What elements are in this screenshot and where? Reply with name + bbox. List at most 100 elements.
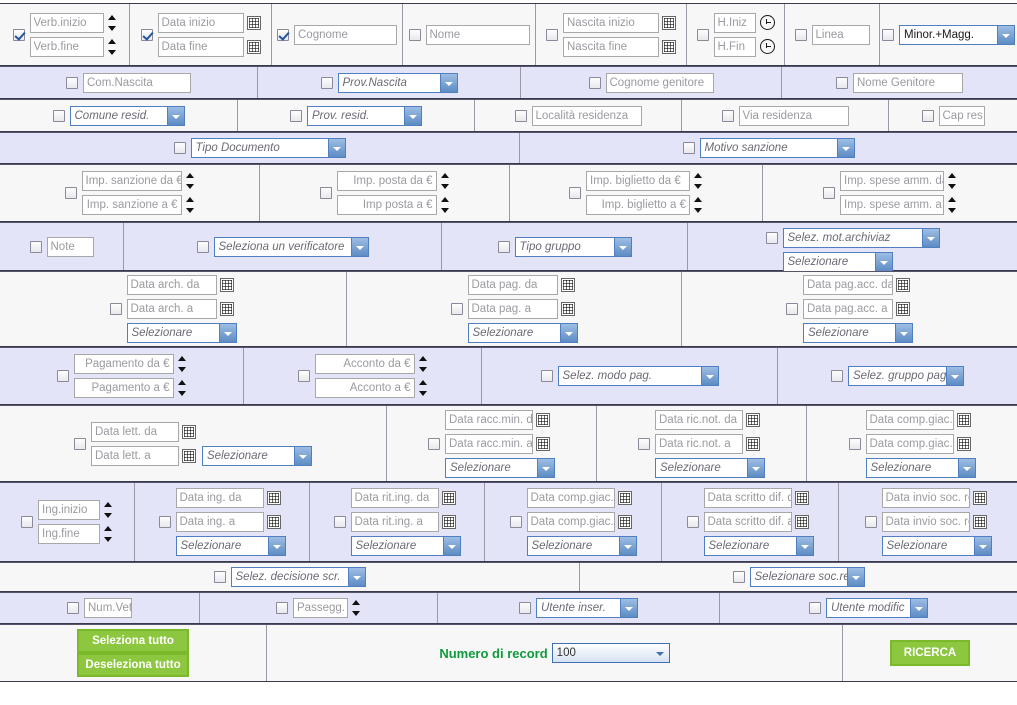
input-imp-sanzione-da[interactable]: Imp. sanzione da €: [81, 171, 182, 191]
input-num-vettura[interactable]: Num.Vett: [84, 598, 132, 618]
input-ing-inizio[interactable]: Ing.inizio: [38, 500, 100, 520]
input-data-scritto-dif-a[interactable]: Data scritto dif. a: [703, 512, 792, 532]
input-ing-fine[interactable]: Ing.fine: [38, 524, 100, 544]
select-data-racc-min[interactable]: Selezionare: [445, 457, 555, 478]
checkbox-nome-genitore[interactable]: [836, 76, 848, 89]
input-nascita-fine[interactable]: Nascita fine: [563, 36, 659, 57]
checkbox-utente-modifica[interactable]: [809, 602, 821, 614]
select-tipo-documento[interactable]: Tipo Documento: [190, 138, 346, 158]
calendar-icon[interactable]: [182, 424, 196, 439]
input-data-pag-a[interactable]: Data pag. a: [467, 299, 558, 319]
checkbox-comune-resid[interactable]: [52, 109, 65, 122]
input-data-lett-da[interactable]: Data lett. da: [91, 421, 179, 442]
input-via-residenza[interactable]: Via residenza: [738, 105, 849, 126]
input-pagamento-a[interactable]: Pagamento a €: [73, 378, 174, 398]
checkbox-data-pag-acc[interactable]: [786, 303, 798, 315]
calendar-icon[interactable]: [560, 302, 575, 316]
input-passeggeri[interactable]: Passegg.: [293, 598, 348, 618]
checkbox-passeggeri[interactable]: [276, 602, 288, 614]
calendar-icon[interactable]: [794, 491, 809, 505]
checkbox-imp-spese-amm[interactable]: [823, 187, 835, 199]
checkbox-data-scritto-dif[interactable]: [686, 516, 699, 528]
spinner-imp-sanzione-a[interactable]: [185, 195, 195, 215]
select-data-comp-giac-ing[interactable]: Selezionare: [526, 536, 637, 556]
checkbox-nome[interactable]: [408, 28, 421, 41]
input-linea[interactable]: Linea: [811, 24, 870, 45]
calendar-icon[interactable]: [662, 39, 676, 54]
select-data-pag-acc[interactable]: Selezionare: [803, 323, 913, 343]
calendar-icon[interactable]: [746, 412, 760, 427]
input-data-scritto-dif-da[interactable]: Data scritto dif. d: [703, 488, 792, 508]
input-data-rit-ing-a[interactable]: Data rit.ing. a: [350, 512, 439, 532]
input-data-lett-a[interactable]: Data lett. a: [91, 445, 179, 466]
input-data-arch-a[interactable]: Data arch. a: [126, 299, 217, 319]
select-minore-maggiore[interactable]: Minor.+Magg.: [899, 24, 1015, 45]
input-imp-posta-da[interactable]: Imp. posta da €: [336, 171, 437, 191]
input-verbale-fine[interactable]: Verb.fine: [29, 36, 104, 57]
input-data-pag-da[interactable]: Data pag. da: [467, 275, 558, 295]
select-prov-resid[interactable]: Prov. resid.: [307, 105, 422, 126]
calendar-icon[interactable]: [441, 491, 456, 505]
calendar-icon[interactable]: [972, 491, 987, 505]
record-count-select[interactable]: 100: [551, 643, 670, 663]
checkbox-nascita[interactable]: [546, 28, 558, 41]
input-data-ing-a[interactable]: Data ing. a: [175, 512, 264, 532]
spinner-verbale-inizio[interactable]: [107, 13, 117, 33]
select-data-ing[interactable]: Selezionare: [175, 536, 286, 556]
checkbox-data-verbale[interactable]: [140, 28, 153, 41]
input-data-racc-min-a[interactable]: Data racc.min. a: [445, 433, 533, 454]
select-data-rit-ing[interactable]: Selezionare: [350, 536, 461, 556]
select-verificatore[interactable]: Seleziona un verificatore: [213, 236, 369, 257]
select-motivo-sanzione[interactable]: Motivo sanzione: [699, 138, 855, 158]
checkbox-minore-maggiore[interactable]: [882, 28, 894, 41]
checkbox-via-residenza[interactable]: [721, 109, 734, 122]
select-societa-recupero[interactable]: Selezionare soc.rec: [749, 567, 865, 587]
checkbox-ingiunzione[interactable]: [21, 516, 33, 528]
input-imp-spese-da[interactable]: Imp. spese amm. da: [840, 171, 944, 191]
checkbox-data-comp-giac[interactable]: [848, 437, 861, 450]
input-nome[interactable]: Nome: [425, 24, 530, 45]
checkbox-cap-residenza[interactable]: [921, 109, 934, 122]
checkbox-modo-pagamento[interactable]: [540, 370, 553, 382]
checkbox-prov-nascita[interactable]: [320, 76, 333, 89]
select-data-scritto-dif[interactable]: Selezionare: [703, 536, 814, 556]
checkbox-imp-biglietto[interactable]: [569, 187, 581, 199]
spinner-pagamento-da[interactable]: [177, 354, 187, 374]
checkbox-note[interactable]: [29, 240, 42, 253]
input-data-pag-acc-da[interactable]: Data pag.acc. da: [803, 275, 893, 295]
checkbox-mot-archiviaz[interactable]: [765, 232, 778, 244]
checkbox-utente-inserimento[interactable]: [519, 602, 531, 614]
select-comune-resid[interactable]: Comune resid.: [69, 105, 185, 126]
select-data-ric-not[interactable]: Selezionare: [655, 457, 765, 478]
spinner-acconto-a[interactable]: [418, 378, 428, 398]
checkbox-tipo-documento[interactable]: [173, 142, 186, 154]
spinner-passeggeri[interactable]: [351, 598, 361, 618]
input-verbale-inizio[interactable]: Verb.inizio: [29, 12, 104, 33]
select-modo-pagamento[interactable]: Selez. modo pag.: [557, 366, 719, 386]
input-imp-biglietto-da[interactable]: Imp. biglietto da €: [586, 171, 690, 191]
calendar-icon[interactable]: [266, 491, 281, 505]
spinner-acconto-da[interactable]: [418, 354, 428, 374]
calendar-icon[interactable]: [896, 278, 910, 292]
select-data-comp-giac[interactable]: Selezionare: [865, 457, 976, 478]
calendar-icon[interactable]: [956, 412, 971, 427]
input-note[interactable]: Note: [46, 236, 94, 257]
spinner-imp-posta-a[interactable]: [440, 195, 450, 215]
calendar-icon[interactable]: [662, 15, 676, 30]
calendar-icon[interactable]: [441, 515, 456, 529]
input-imp-posta-a[interactable]: Imp posta a €: [336, 195, 437, 215]
spinner-imp-biglietto-da[interactable]: [693, 171, 703, 191]
calendar-icon[interactable]: [896, 302, 910, 316]
calendar-icon[interactable]: [794, 515, 809, 529]
spinner-imp-spese-da[interactable]: [947, 171, 957, 191]
checkbox-data-racc-min[interactable]: [428, 437, 440, 450]
checkbox-motivo-sanzione[interactable]: [682, 142, 695, 154]
spinner-imp-sanzione-da[interactable]: [185, 171, 195, 191]
select-data-lett[interactable]: Selezionare: [202, 445, 312, 466]
search-button[interactable]: RICERCA: [889, 640, 971, 666]
checkbox-imp-sanzione[interactable]: [64, 187, 77, 199]
checkbox-data-comp-giac-ing[interactable]: [509, 516, 522, 528]
checkbox-data-invio-soc-rec[interactable]: [864, 516, 877, 528]
input-data-ing-da[interactable]: Data ing. da: [175, 488, 264, 508]
input-data-invio-soc-rec-da[interactable]: Data invio soc. re: [881, 488, 970, 508]
